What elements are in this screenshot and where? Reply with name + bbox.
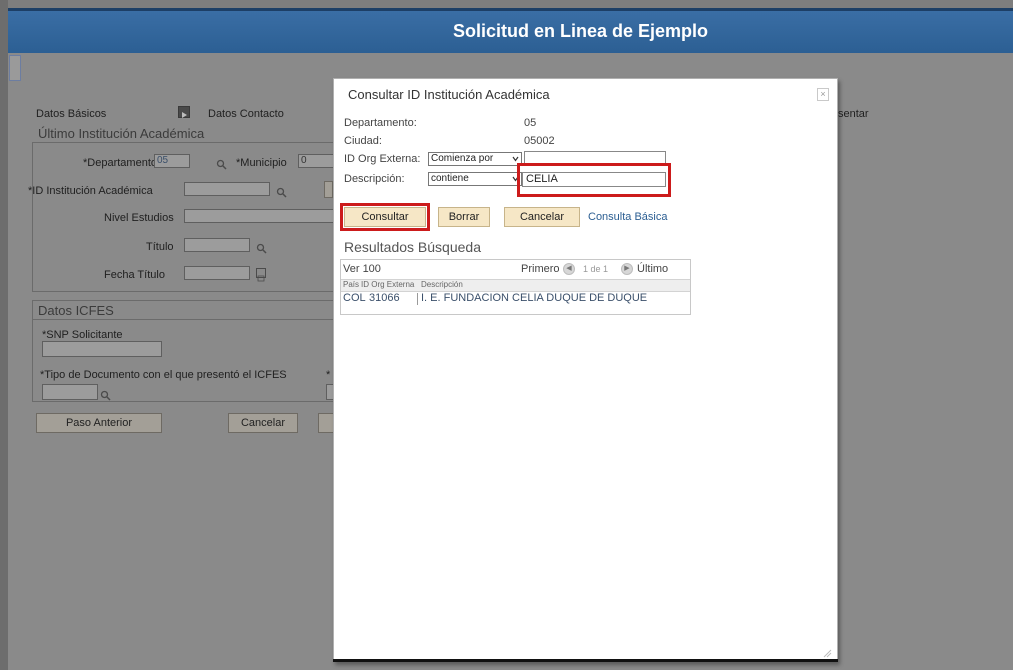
previous-icon[interactable]: ◀: [563, 263, 575, 275]
tipo-documento-label-2: *: [326, 369, 331, 381]
cancelar-button[interactable]: Cancelar: [228, 413, 298, 433]
section-title-institucion: Último Institución Académica: [38, 126, 205, 141]
paging-text: 1 de 1: [583, 264, 609, 274]
modal-ciudad-value: 05002: [524, 135, 555, 147]
primero-link[interactable]: Primero: [521, 263, 560, 275]
titulo-lookup-icon[interactable]: [256, 241, 267, 259]
page-title: Solicitud en Linea de Ejemplo: [453, 21, 709, 41]
cell-descripcion[interactable]: I. E. FUNDACION CELIA DUQUE DE DUQUE: [421, 292, 647, 304]
modal-ciudad-label: Ciudad:: [344, 135, 382, 147]
modal-title: Consultar ID Institución Académica: [348, 87, 550, 102]
titulo-label: Título: [146, 241, 174, 253]
nivel-estudios-label: Nivel Estudios: [104, 212, 174, 224]
step-arrow-icon: [178, 106, 190, 118]
descripcion-operator-select[interactable]: contiene: [428, 172, 522, 186]
id-institucion-lookup-icon[interactable]: [276, 185, 287, 203]
column-header-pais: País: [343, 280, 360, 289]
step-datos-contacto[interactable]: Datos Contacto: [208, 108, 284, 120]
background-button-partial: [324, 181, 333, 198]
table-row[interactable]: COL 31066 I. E. FUNDACION CELIA DUQUE DE…: [341, 292, 690, 306]
modal-departamento-value: 05: [524, 117, 537, 129]
titulo-input[interactable]: [184, 238, 250, 252]
highlight-descripcion: [517, 163, 671, 197]
cell-separator: [417, 293, 418, 305]
departamento-lookup-icon[interactable]: [216, 157, 227, 175]
tipo-documento-label: *Tipo de Documento con el que presentó e…: [40, 369, 287, 381]
fecha-titulo-label: Fecha Título: [104, 269, 165, 281]
borrar-button[interactable]: Borrar: [438, 207, 490, 227]
cancelar-button-modal[interactable]: Cancelar: [504, 207, 580, 227]
chevron-down-icon: [512, 156, 519, 162]
modal-departamento-label: Departamento:: [344, 117, 417, 129]
results-header-row: País ID Org Externa Descripción: [341, 279, 690, 292]
column-header-id-org: ID Org Externa: [361, 280, 415, 289]
tipo-documento-lookup-icon[interactable]: [100, 388, 111, 406]
resize-grip-icon[interactable]: [822, 645, 832, 658]
tipo-documento-input[interactable]: [42, 384, 98, 400]
ver-100-link[interactable]: Ver 100: [343, 263, 381, 275]
municipio-input[interactable]: 0: [298, 154, 334, 168]
id-institucion-label: *ID Institución Académica: [28, 185, 153, 197]
results-title: Resultados Búsqueda: [344, 239, 481, 255]
highlight-consultar: [340, 203, 430, 231]
id-org-label: ID Org Externa:: [344, 153, 421, 165]
step-datos-basicos[interactable]: Datos Básicos: [36, 108, 106, 120]
cell-id-org[interactable]: 31066: [369, 292, 400, 304]
descripcion-operator-value: contiene: [431, 173, 469, 184]
ultimo-link[interactable]: Último: [637, 263, 668, 275]
snp-input[interactable]: [42, 341, 162, 357]
close-icon[interactable]: ×: [817, 88, 829, 101]
column-header-descripcion: Descripción: [421, 280, 463, 289]
lookup-modal: Consultar ID Institución Académica × Dep…: [333, 78, 838, 662]
fecha-titulo-input[interactable]: [184, 266, 250, 280]
icfes-divider: [32, 319, 334, 320]
cell-pais[interactable]: COL: [343, 292, 366, 304]
id-org-operator-value: Comienza por: [431, 153, 494, 164]
collapse-panel-button[interactable]: [9, 55, 21, 81]
id-institucion-input[interactable]: [184, 182, 270, 196]
results-grid: Ver 100 Primero ◀ 1 de 1 ▶ Último País I…: [340, 259, 691, 315]
snp-label: *SNP Solicitante: [42, 329, 123, 341]
departamento-input[interactable]: 05: [154, 154, 190, 168]
background-button-partial-2: [318, 413, 334, 433]
left-strip: [0, 0, 8, 670]
id-org-operator-select[interactable]: Comienza por: [428, 152, 522, 166]
paso-anterior-button[interactable]: Paso Anterior: [36, 413, 162, 433]
calendar-icon[interactable]: [256, 268, 266, 282]
step-presentar[interactable]: sentar: [838, 108, 869, 120]
next-icon[interactable]: ▶: [621, 263, 633, 275]
section-title-icfes: Datos ICFES: [38, 303, 114, 318]
descripcion-label: Descripción:: [344, 173, 405, 185]
app-header: Solicitud en Linea de Ejemplo: [8, 8, 1013, 56]
modal-bottom-edge: [333, 659, 838, 662]
municipio-label: *Municipio: [236, 157, 287, 169]
departamento-label: *Departamento: [83, 157, 157, 169]
consulta-basica-link[interactable]: Consulta Básica: [588, 211, 668, 223]
nivel-estudios-select[interactable]: [184, 209, 334, 223]
